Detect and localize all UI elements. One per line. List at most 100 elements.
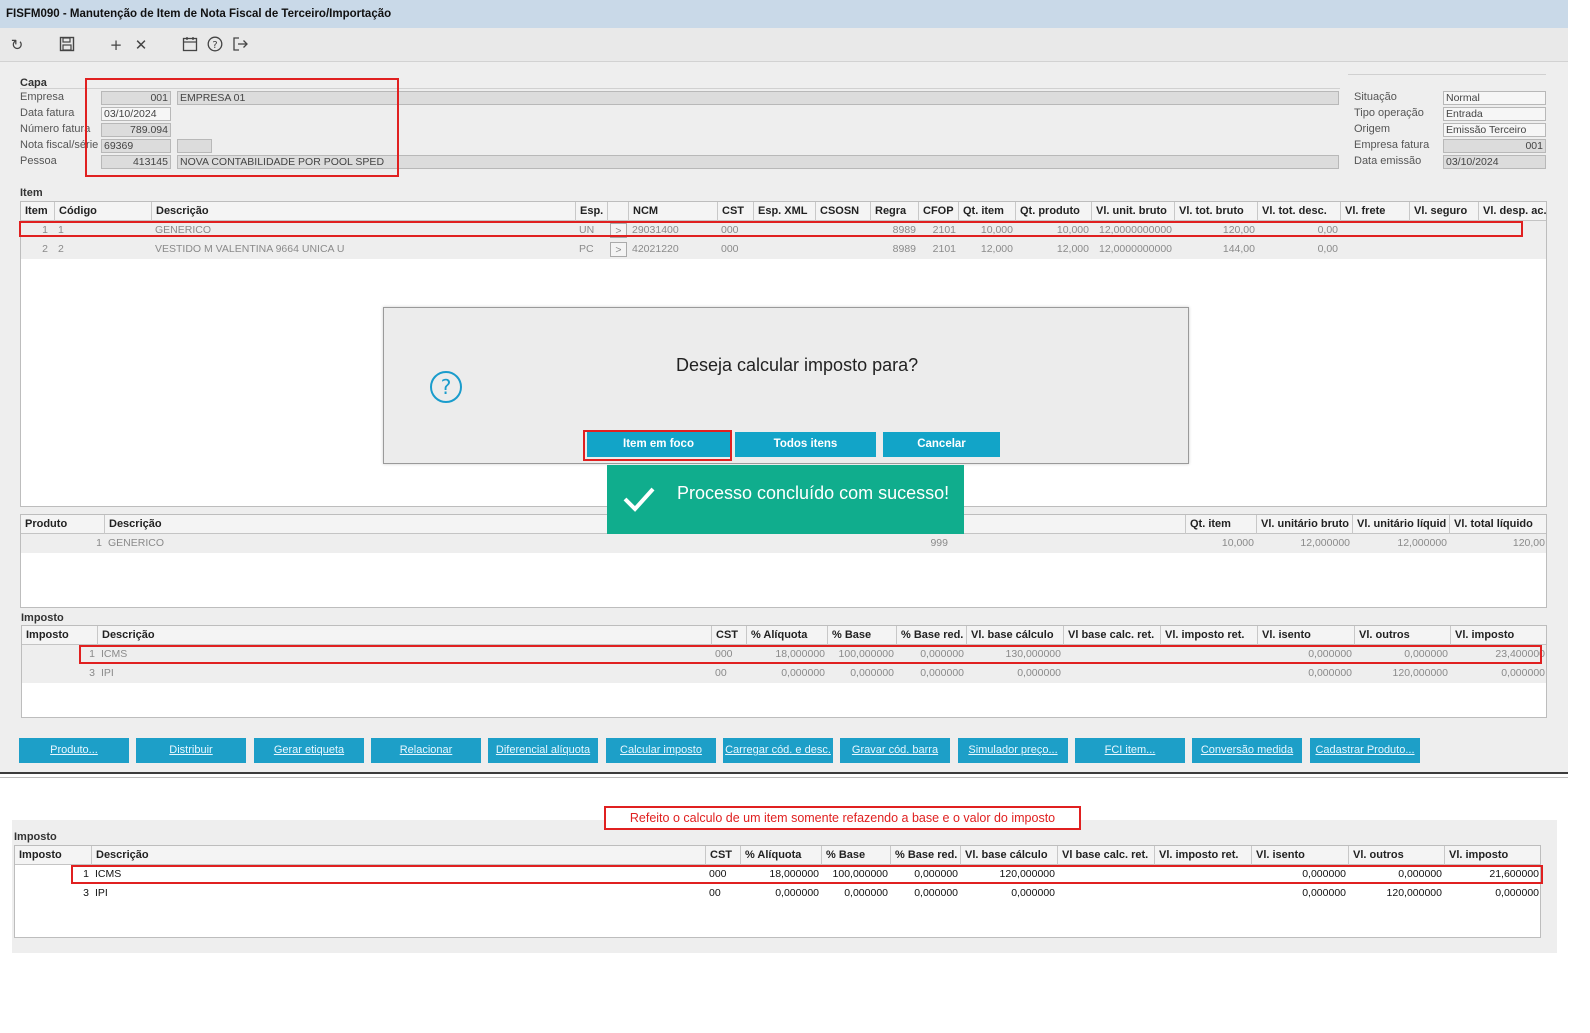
highlight-imposto-row xyxy=(79,645,1542,664)
col-aliquota[interactable]: % Alíquota xyxy=(741,846,822,865)
gerar-etiqueta-button[interactable]: Gerar etiqueta xyxy=(254,738,364,763)
col-imposto-ret[interactable]: Vl. imposto ret. xyxy=(1161,626,1258,645)
col-regra[interactable]: Regra xyxy=(871,202,919,221)
cell-item: 2 xyxy=(42,243,48,255)
col-outros[interactable]: Vl. outros xyxy=(1349,846,1445,865)
table-row[interactable]: 1 GENERICO 999 10,000 12,000000 12,00000… xyxy=(21,534,1546,553)
col-item[interactable]: Item xyxy=(21,202,55,221)
help-icon[interactable]: ? xyxy=(206,36,224,54)
col-aliquota[interactable]: % Alíquota xyxy=(747,626,828,645)
highlight-item-em-foco xyxy=(583,430,732,461)
todos-itens-button[interactable]: Todos itens xyxy=(735,432,876,457)
col-vl-frete[interactable]: Vl. frete xyxy=(1341,202,1410,221)
highlight-imposto-row-2 xyxy=(71,865,1543,884)
imposto-grid-2-header: Imposto Descrição CST % Alíquota % Base … xyxy=(15,846,1540,865)
imposto-grid-2: Imposto Descrição CST % Alíquota % Base … xyxy=(14,845,1541,938)
conversao-medida-button[interactable]: Conversão medida xyxy=(1192,738,1302,763)
col-cst[interactable]: CST xyxy=(706,846,741,865)
data-emissao-field: 03/10/2024 xyxy=(1443,155,1546,169)
cell-qt-item: 12,000 xyxy=(980,243,1013,255)
produto-button[interactable]: Produto... xyxy=(19,738,129,763)
exit-icon[interactable] xyxy=(231,36,249,54)
cell-qt-produto: 12,000 xyxy=(1056,243,1089,255)
delete-icon[interactable]: ✕ xyxy=(132,36,150,54)
item-label: Item xyxy=(20,187,43,199)
diferencial-aliquota-button[interactable]: Diferencial alíquota xyxy=(488,738,598,763)
calcular-imposto-button[interactable]: Calcular imposto xyxy=(606,738,716,763)
cell-cst: 000 xyxy=(721,243,739,255)
col-isento[interactable]: Vl. isento xyxy=(1252,846,1349,865)
cell-base: 0,000000 xyxy=(850,667,894,679)
table-row[interactable]: 3 IPI 00 0,000000 0,000000 0,000000 0,00… xyxy=(22,664,1546,683)
cell-vl-tot: 144,00 xyxy=(1222,243,1255,255)
col-vl-desp-ac[interactable]: Vl. desp. ac. xyxy=(1479,202,1546,221)
cadastrar-produto-button[interactable]: Cadastrar Produto... xyxy=(1310,738,1420,763)
col-esp-xml[interactable]: Esp. XML xyxy=(754,202,816,221)
situacao-label: Situação xyxy=(1354,91,1397,103)
gravar-cod-barra-button[interactable]: Gravar cód. barra xyxy=(840,738,950,763)
cell-base-red: 0,000000 xyxy=(920,667,964,679)
cell-descricao: VESTIDO M VALENTINA 9664 UNICA U xyxy=(155,243,345,255)
col-base-calculo[interactable]: Vl. base cálculo xyxy=(967,626,1064,645)
distribuir-button[interactable]: Distribuir xyxy=(136,738,246,763)
col-descricao[interactable]: Descrição xyxy=(98,626,712,645)
row-detail-button[interactable]: > xyxy=(610,242,627,257)
table-row[interactable]: 2 2 VESTIDO M VALENTINA 9664 UNICA U PC … xyxy=(21,240,1546,259)
col-vl-imposto[interactable]: Vl. imposto xyxy=(1445,846,1540,865)
table-row[interactable]: 3 IPI 00 0,000000 0,000000 0,000000 0,00… xyxy=(15,884,1540,903)
col-base[interactable]: % Base xyxy=(822,846,891,865)
svg-text:?: ? xyxy=(212,40,217,51)
cell-imposto: 3 xyxy=(89,667,95,679)
col-outros[interactable]: Vl. outros xyxy=(1355,626,1451,645)
col-vl-seguro[interactable]: Vl. seguro xyxy=(1410,202,1479,221)
col-cst[interactable]: CST xyxy=(718,202,754,221)
col-descricao[interactable]: Descrição xyxy=(92,846,706,865)
col-ncm[interactable]: NCM xyxy=(629,202,718,221)
col-imposto-ret[interactable]: Vl. imposto ret. xyxy=(1155,846,1252,865)
cell-vl-imposto: 0,000000 xyxy=(1501,667,1545,679)
col-qt-item[interactable]: Qt. item xyxy=(959,202,1016,221)
col-descricao[interactable]: Descrição xyxy=(152,202,576,221)
fci-item-button[interactable]: FCI item... xyxy=(1075,738,1185,763)
col-base-calculo[interactable]: Vl. base cálculo xyxy=(961,846,1058,865)
calendar-icon[interactable] xyxy=(181,36,199,54)
col-produto[interactable]: Produto xyxy=(21,515,105,534)
col-vl-unit-liq[interactable]: Vl. unitário líquid xyxy=(1353,515,1450,534)
cell-extra: 999 xyxy=(930,537,948,549)
col-base-calc-ret[interactable]: Vl base calc. ret. xyxy=(1058,846,1155,865)
col-base[interactable]: % Base xyxy=(828,626,897,645)
col-vl-unit-bruto[interactable]: Vl. unit. bruto xyxy=(1092,202,1175,221)
col-vl-total-liq[interactable]: Vl. total líquido xyxy=(1450,515,1546,534)
checkmark-icon xyxy=(621,481,657,517)
col-codigo[interactable]: Código xyxy=(55,202,152,221)
col-base-red[interactable]: % Base red. xyxy=(891,846,961,865)
col-vl-tot-bruto[interactable]: Vl. tot. bruto xyxy=(1175,202,1258,221)
relacionar-button[interactable]: Relacionar xyxy=(371,738,481,763)
col-isento[interactable]: Vl. isento xyxy=(1258,626,1355,645)
col-base-red[interactable]: % Base red. xyxy=(897,626,967,645)
col-esp[interactable]: Esp. xyxy=(576,202,608,221)
cancelar-button[interactable]: Cancelar xyxy=(883,432,1000,457)
col-qt-item[interactable]: Qt. item xyxy=(1186,515,1257,534)
cell-vl-total: 120,00 xyxy=(1512,537,1545,549)
col-imposto[interactable]: Imposto xyxy=(15,846,92,865)
simulador-preco-button[interactable]: Simulador preço... xyxy=(958,738,1068,763)
cell-produto: 1 xyxy=(96,537,102,549)
col-cfop[interactable]: CFOP xyxy=(919,202,959,221)
carregar-cod-button[interactable]: Carregar cód. e desc. xyxy=(723,738,833,763)
cell-cfop: 2101 xyxy=(932,243,956,255)
col-cst[interactable]: CST xyxy=(712,626,747,645)
col-base-calc-ret[interactable]: Vl base calc. ret. xyxy=(1064,626,1161,645)
col-vl-tot-desc[interactable]: Vl. tot. desc. xyxy=(1258,202,1341,221)
cell-descricao: GENERICO xyxy=(108,537,165,549)
cell-outros: 120,000000 xyxy=(1386,887,1442,899)
col-csosn[interactable]: CSOSN xyxy=(816,202,871,221)
col-imposto[interactable]: Imposto xyxy=(22,626,98,645)
save-icon[interactable] xyxy=(58,36,76,54)
col-vl-imposto[interactable]: Vl. imposto xyxy=(1451,626,1546,645)
col-vl-unit-bruto[interactable]: Vl. unitário bruto xyxy=(1257,515,1353,534)
add-icon[interactable]: + xyxy=(107,36,125,54)
data-fatura-label: Data fatura xyxy=(20,107,75,119)
col-qt-produto[interactable]: Qt. produto xyxy=(1016,202,1092,221)
refresh-icon[interactable]: ↻ xyxy=(8,36,26,54)
